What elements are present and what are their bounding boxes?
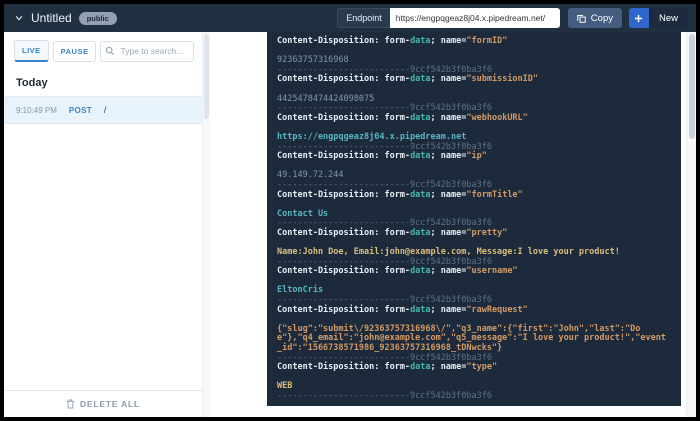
chevron-down-icon[interactable] <box>14 13 24 23</box>
form-data-part: Content-Disposition: form-data; name="fo… <box>277 36 671 75</box>
bin-title-dropdown[interactable]: Untitled public <box>14 11 117 25</box>
tab-pause[interactable]: PAUSE <box>52 40 97 62</box>
main-scrollbar[interactable] <box>686 32 696 417</box>
plus-icon <box>628 8 649 28</box>
app-window: Untitled public Endpoint Copy New LIVE P… <box>4 4 696 417</box>
request-list-item[interactable]: 9:10:49 PM POST / <box>4 97 202 124</box>
request-path: / <box>103 105 107 115</box>
content-disposition-line: Content-Disposition: form-data; name="ip… <box>277 151 487 162</box>
form-data-part: Content-Disposition: form-data; name="fo… <box>277 189 671 229</box>
copy-icon <box>577 14 586 23</box>
delete-all-button[interactable]: DELETE ALL <box>4 390 202 417</box>
form-data-part: Content-Disposition: form-data; name="pr… <box>277 227 671 267</box>
form-data-part: Content-Disposition: form-data; name="ty… <box>277 362 671 401</box>
sidebar-scrollbar-thumb[interactable] <box>204 34 209 119</box>
content-disposition-line: Content-Disposition: form-data; name="su… <box>277 74 539 85</box>
trash-icon <box>66 399 75 409</box>
endpoint-label: Endpoint <box>337 8 390 28</box>
body: LIVE PAUSE Today 9:10:49 PM POST / DELET… <box>4 32 696 417</box>
form-data-part: Content-Disposition: form-data; name="su… <box>277 75 671 113</box>
page-title: Untitled <box>31 11 72 25</box>
top-bar: Untitled public Endpoint Copy New <box>4 4 696 32</box>
part-value: {"slug":"submit\/92363757316968\/","q3_n… <box>277 323 666 353</box>
sidebar: LIVE PAUSE Today 9:10:49 PM POST / DELET… <box>4 32 202 417</box>
content-disposition-line: Content-Disposition: form-data; name="ty… <box>277 362 498 373</box>
content-disposition-line: Content-Disposition: form-data; name="pr… <box>277 227 508 238</box>
request-time: 9:10:49 PM <box>16 106 57 115</box>
sidebar-toolbar: LIVE PAUSE <box>4 32 202 70</box>
visibility-badge: public <box>78 11 117 25</box>
request-detail-main: Content-Disposition: form-data; name="fo… <box>210 32 686 417</box>
request-method: POST <box>68 106 92 115</box>
endpoint-url-input[interactable] <box>389 8 560 28</box>
section-title-today: Today <box>4 70 202 97</box>
form-data-part: Content-Disposition: form-data; name="ip… <box>277 151 671 190</box>
new-button[interactable]: New <box>628 8 688 28</box>
form-data-part: Content-Disposition: form-data; name="ra… <box>277 304 671 364</box>
tab-live[interactable]: LIVE <box>14 40 49 62</box>
endpoint-group: Endpoint <box>337 8 560 28</box>
copy-button[interactable]: Copy <box>567 8 622 28</box>
copy-button-label: Copy <box>590 12 613 24</box>
delete-all-label: DELETE ALL <box>79 399 141 409</box>
content-disposition-line: Content-Disposition: form-data; name="we… <box>277 112 528 123</box>
content-disposition-line: Content-Disposition: form-data; name="us… <box>277 266 518 277</box>
boundary-line: --------------------------9ccf542b3f0ba3… <box>277 390 492 401</box>
new-button-label: New <box>648 8 688 28</box>
sidebar-scrollbar[interactable] <box>202 32 210 417</box>
content-disposition-line: Content-Disposition: form-data; name="ra… <box>277 304 528 315</box>
search-icon <box>106 46 115 55</box>
form-data-part: Content-Disposition: form-data; name="we… <box>277 112 671 152</box>
request-body-panel: Content-Disposition: form-data; name="fo… <box>267 32 681 406</box>
main-scrollbar-thumb[interactable] <box>689 34 695 139</box>
search-wrap <box>100 40 194 62</box>
form-data-part: Content-Disposition: form-data; name="us… <box>277 266 671 305</box>
content-disposition-line: Content-Disposition: form-data; name="fo… <box>277 189 523 200</box>
content-disposition-line: Content-Disposition: form-data; name="fo… <box>277 36 508 46</box>
